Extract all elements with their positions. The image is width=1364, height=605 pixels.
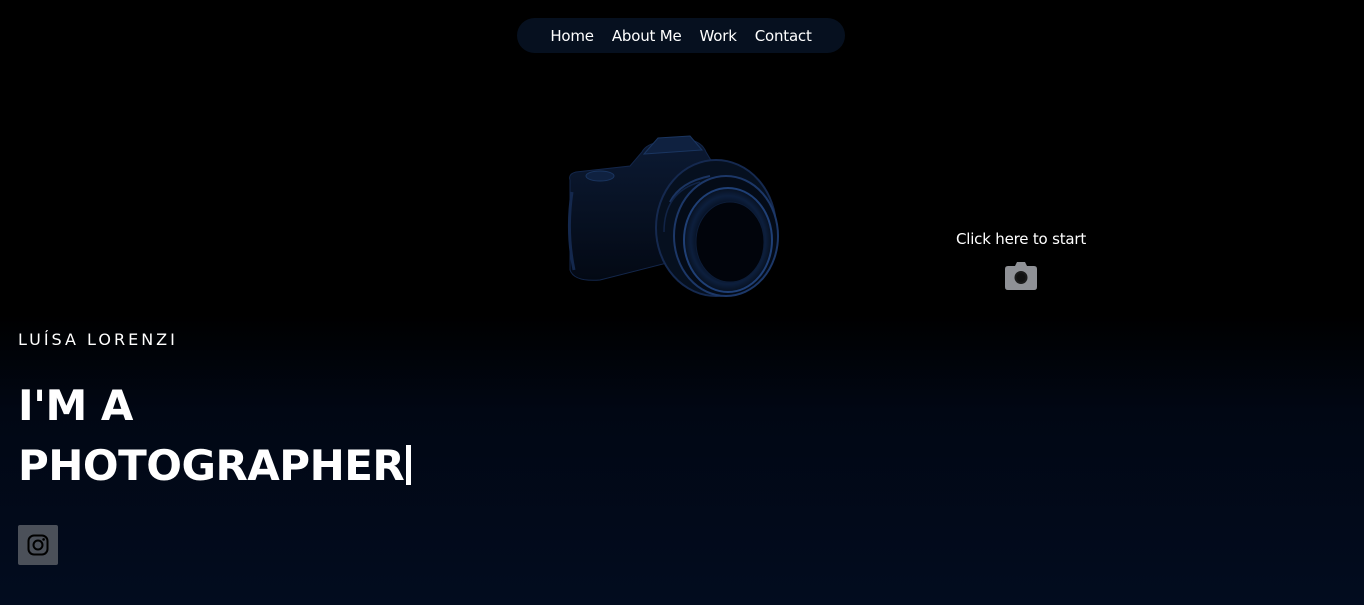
main-nav: Home About Me Work Contact — [517, 18, 845, 53]
camera-photo — [560, 132, 780, 310]
headline: I'M A PHOTOGRAPHER — [18, 376, 412, 496]
instagram-icon — [27, 534, 49, 556]
nav-home-link[interactable]: Home — [541, 27, 603, 45]
start-cta-label[interactable]: Click here to start — [930, 230, 1112, 248]
camera-illustration — [567, 135, 779, 297]
headline-line-2: PHOTOGRAPHER — [18, 436, 412, 496]
owner-name: LUÍSA LORENZI — [18, 330, 178, 349]
hero-section: Home About Me Work Contact Click here to… — [0, 0, 1364, 605]
nav-about-link[interactable]: About Me — [603, 27, 691, 45]
headline-line-1: I'M A — [18, 381, 133, 430]
start-cta[interactable]: Click here to start — [930, 230, 1112, 294]
instagram-button[interactable] — [18, 525, 58, 565]
nav-contact-link[interactable]: Contact — [746, 27, 821, 45]
nav-work-link[interactable]: Work — [691, 27, 746, 45]
headline-line-2-text: PHOTOGRAPHER — [18, 441, 405, 490]
typing-caret — [406, 445, 412, 485]
camera-icon[interactable] — [1005, 262, 1037, 290]
